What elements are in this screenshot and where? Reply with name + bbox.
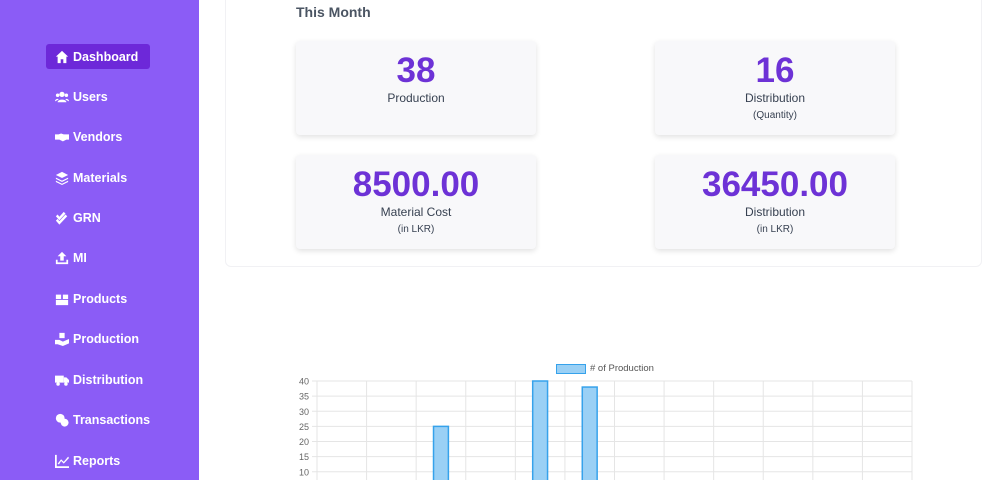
sidebar-item-label: MI (73, 250, 87, 265)
stat-unit: (Quantity) (753, 110, 797, 121)
sidebar-item-label: GRN (73, 210, 101, 225)
y-tick-label: 10 (299, 467, 309, 477)
sidebar-item-label: Products (73, 291, 128, 306)
layers-icon (55, 171, 69, 185)
sidebar-item-users[interactable]: Users (46, 84, 117, 109)
sidebar-item-transactions[interactable]: Transactions (46, 407, 159, 432)
sidebar: Dashboard Users Vendors Materials GRN MI… (0, 0, 199, 480)
sidebar-item-label: Dashboard (73, 49, 139, 64)
sidebar-item-label: Vendors (73, 129, 123, 144)
sidebar-item-dashboard[interactable]: Dashboard (46, 44, 150, 69)
home-icon (55, 50, 69, 63)
hand-box-icon (55, 332, 69, 346)
sidebar-item-products[interactable]: Products (46, 286, 136, 311)
stat-card-distribution-quantity: 16 Distribution (Quantity) (655, 41, 895, 135)
production-chart: # of Production 403530252015105 (226, 355, 983, 480)
upload-icon (55, 251, 69, 264)
coins-icon (55, 413, 69, 427)
chart-bar (531, 380, 549, 480)
chart-bar (581, 386, 598, 480)
y-tick-label: 25 (299, 422, 309, 432)
chart-bar (432, 425, 450, 480)
sidebar-item-label: Transactions (73, 412, 151, 427)
sidebar-item-label: Materials (73, 170, 128, 185)
stat-value: 16 (755, 51, 795, 90)
y-tick-label: 40 (299, 377, 309, 387)
users-icon (55, 91, 69, 102)
check-double-icon (55, 211, 68, 225)
stat-card-production: 38 Production (296, 41, 536, 135)
sidebar-item-grn[interactable]: GRN (46, 205, 110, 230)
sidebar-item-reports[interactable]: Reports (46, 448, 129, 473)
sidebar-item-vendors[interactable]: Vendors (46, 124, 131, 149)
y-tick-label: 35 (299, 392, 309, 402)
sidebar-item-label: Distribution (73, 372, 144, 387)
stat-value: 8500.00 (352, 165, 480, 204)
section-title: This Month (296, 4, 371, 20)
stat-label: Production (387, 91, 445, 105)
stat-value: 38 (396, 51, 436, 90)
sidebar-item-distribution[interactable]: Distribution (46, 367, 152, 392)
sidebar-item-mi[interactable]: MI (46, 245, 96, 270)
stat-card-distribution-lkr: 36450.00 Distribution (in LKR) (655, 155, 895, 249)
stat-label: Distribution (744, 205, 806, 219)
sidebar-item-materials[interactable]: Materials (46, 165, 136, 190)
y-tick-label: 20 (299, 437, 309, 447)
stat-value: 36450.00 (702, 165, 848, 204)
stat-card-material-cost: 8500.00 Material Cost (in LKR) (296, 155, 536, 249)
stat-label: Material Cost (380, 205, 452, 219)
chart-canvas: 403530252015105 (299, 377, 913, 480)
sidebar-item-label: Reports (73, 453, 121, 468)
stat-unit: (in LKR) (756, 224, 794, 235)
sidebar-item-label: Production (73, 331, 139, 346)
chart-line-icon (55, 454, 69, 468)
sidebar-item-label: Users (73, 89, 108, 104)
sidebar-item-production[interactable]: Production (46, 326, 148, 351)
handshake-icon (55, 133, 69, 141)
boxes-icon (55, 294, 69, 305)
y-tick-label: 15 (299, 452, 309, 462)
truck-icon (55, 375, 69, 386)
stat-unit: (in LKR) (397, 224, 435, 235)
y-tick-label: 30 (299, 407, 309, 417)
stat-label: Distribution (744, 91, 806, 105)
